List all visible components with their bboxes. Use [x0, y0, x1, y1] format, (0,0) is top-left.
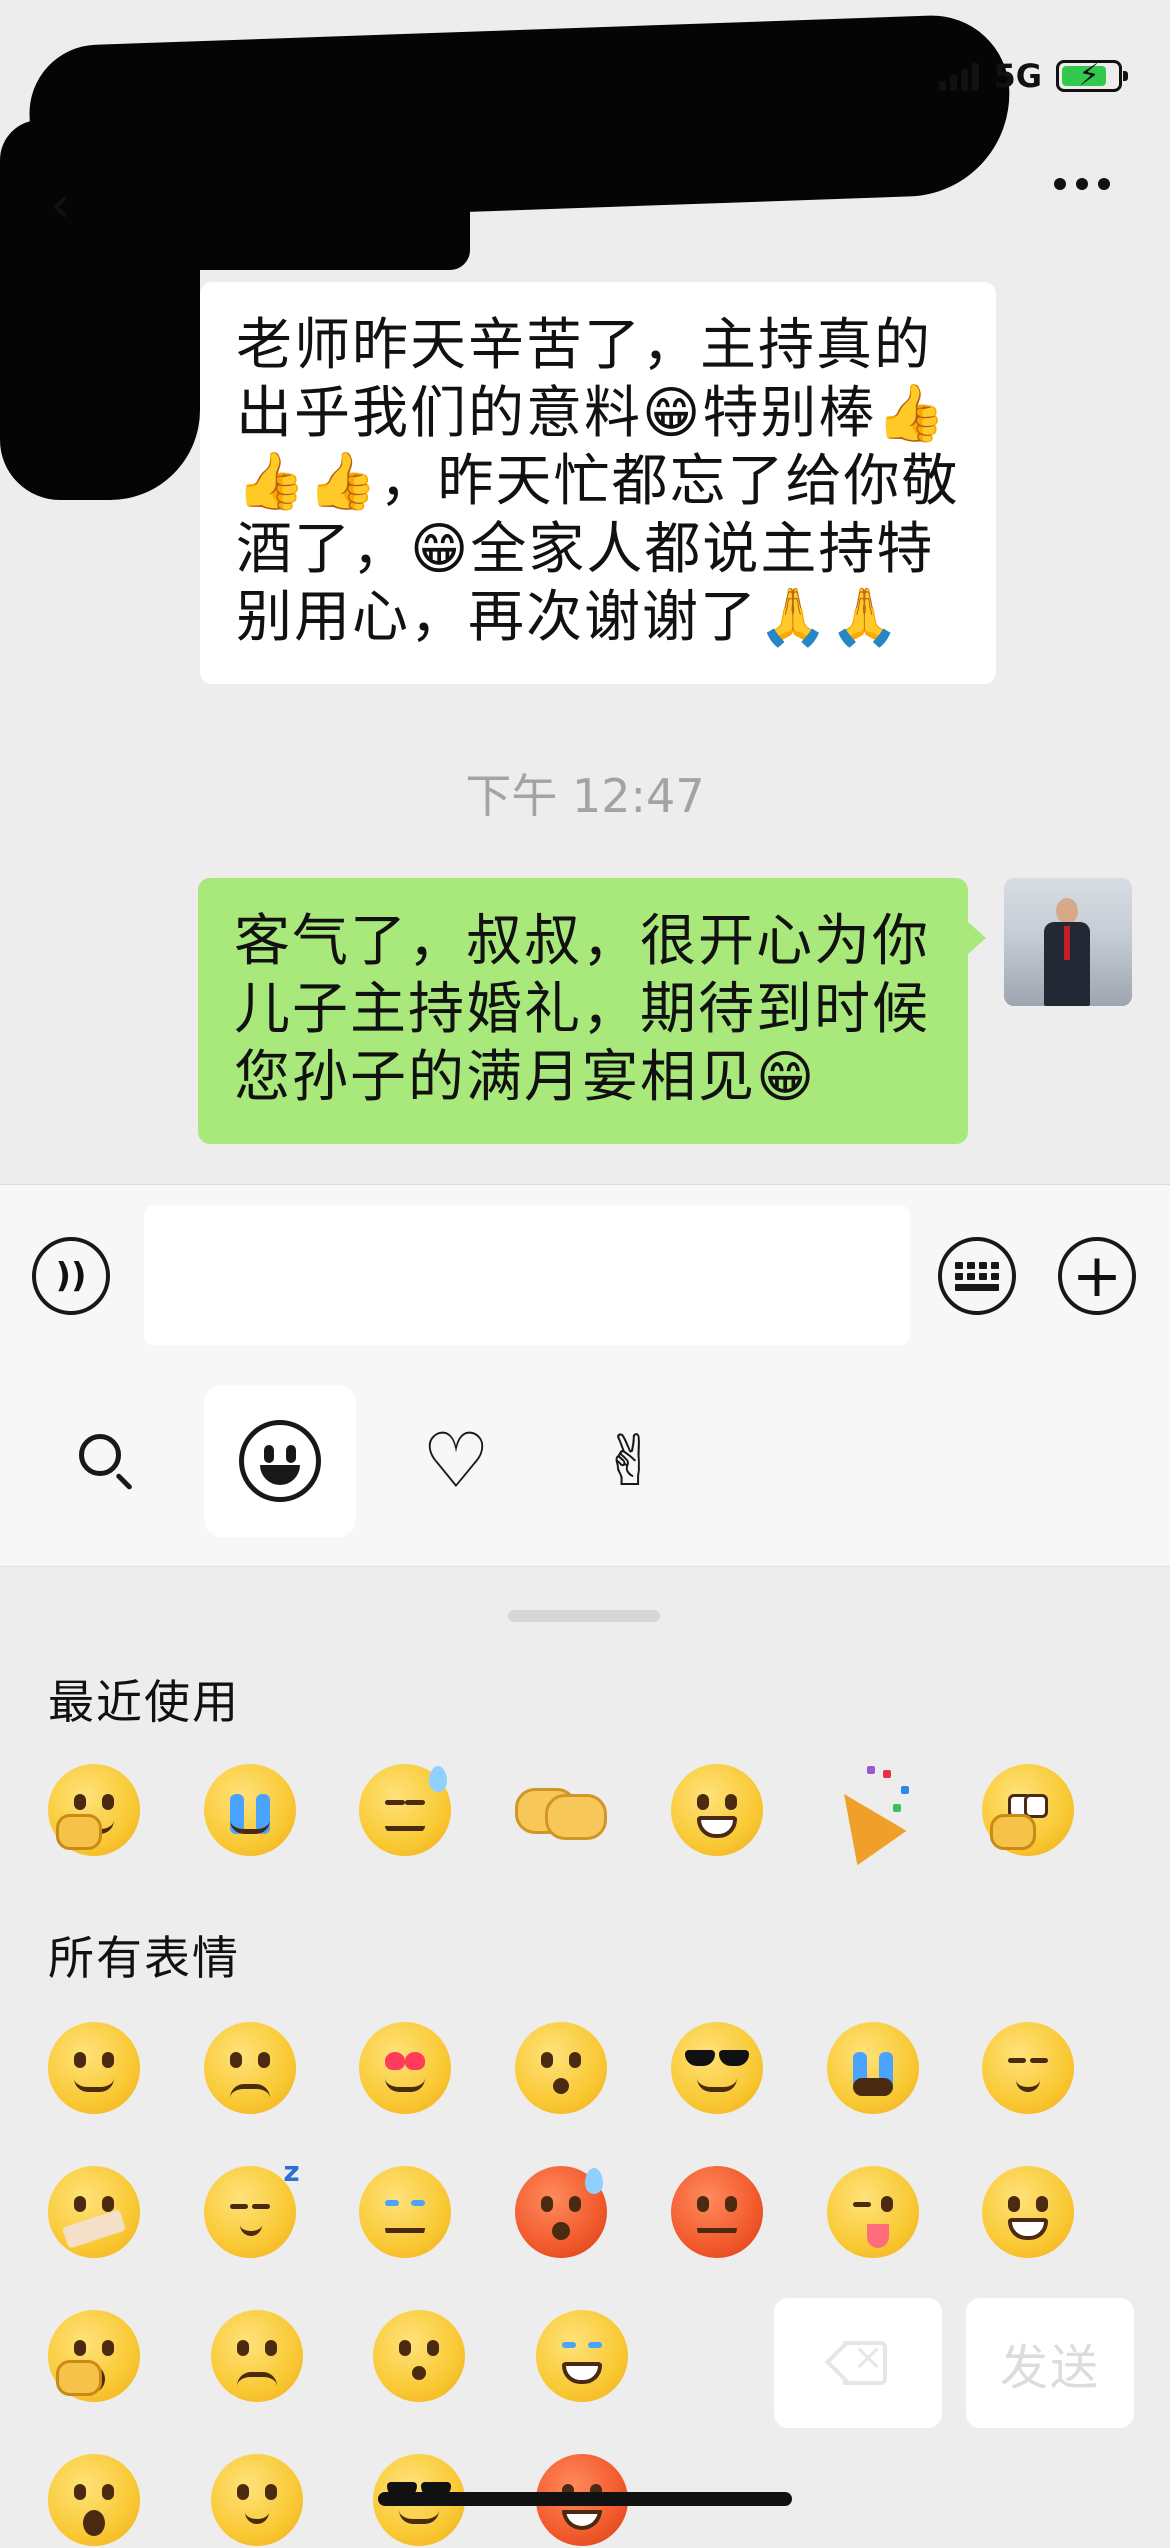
- backspace-icon: ×: [824, 2337, 887, 2385]
- network-type: 5G: [993, 57, 1042, 95]
- keyboard-icon: [955, 1261, 999, 1291]
- all-emoji-title: 所有表情: [48, 1931, 240, 1985]
- sleepy-emoji[interactable]: [203, 2158, 360, 2260]
- worried-emoji[interactable]: [203, 2020, 360, 2116]
- question-emoji[interactable]: [210, 2452, 374, 2548]
- emoji-row-2: [48, 2158, 1138, 2260]
- party-popper-emoji[interactable]: [819, 1762, 983, 1866]
- heart-eyes-emoji[interactable]: [359, 2020, 515, 2116]
- more-actions-plus-button[interactable]: +: [1058, 1237, 1136, 1315]
- smile-emoji[interactable]: [48, 2020, 204, 2116]
- plus-icon: +: [1071, 1241, 1123, 1311]
- facepalm-smile-emoji[interactable]: [48, 1762, 204, 1858]
- battery-charging-icon: ⚡: [1056, 58, 1128, 93]
- shush-emoji[interactable]: [48, 2164, 204, 2260]
- search-icon: [79, 1434, 133, 1491]
- tab-emoji-faces[interactable]: [204, 1385, 356, 1537]
- surprised-hand-emoji[interactable]: [48, 2308, 211, 2404]
- home-indicator[interactable]: [378, 2492, 792, 2506]
- cover-face-cry-emoji[interactable]: [203, 1762, 360, 1858]
- redacted-overlay-left: [0, 120, 200, 500]
- outgoing-message-bubble[interactable]: 客气了，叔叔，很开心为你儿子主持婚礼，期待到时候您孙子的满月宴相见😁: [198, 878, 986, 1144]
- stare-emoji[interactable]: [515, 2020, 671, 2116]
- laugh-cry-emoji[interactable]: [535, 2308, 699, 2404]
- tab-emoji-stickers[interactable]: ✌: [554, 1385, 706, 1537]
- recent-emoji-row: [48, 1762, 1138, 1866]
- angry-emoji[interactable]: [670, 2164, 827, 2260]
- grin-emoji[interactable]: [670, 1762, 827, 1858]
- sunglasses-emoji[interactable]: [670, 2020, 827, 2116]
- tab-emoji-favorites[interactable]: ♡: [380, 1385, 532, 1537]
- incoming-message-bubble[interactable]: 老师昨天辛苦了，主持真的出乎我们的意料😁特别棒👍👍👍，昨天忙都忘了给你敬酒了，😁…: [200, 282, 996, 684]
- delete-emoji-button[interactable]: ×: [774, 2298, 942, 2428]
- message-timestamp: 下午 12:47: [465, 769, 705, 823]
- heart-icon: ♡: [421, 1416, 491, 1505]
- thinking-pose-emoji[interactable]: [982, 1762, 1138, 1858]
- panel-drag-handle[interactable]: [508, 1610, 660, 1622]
- sweat-embarrassed-emoji[interactable]: [515, 2164, 671, 2260]
- emoji-row-1: [48, 2020, 1138, 2116]
- message-text-input[interactable]: [144, 1205, 910, 1345]
- frustrated-cry-emoji[interactable]: [359, 2164, 515, 2260]
- surprised-emoji[interactable]: [373, 2308, 536, 2404]
- shock-emoji[interactable]: [48, 2452, 211, 2548]
- handshake-emoji[interactable]: [515, 1762, 671, 1858]
- cellular-signal-icon: [939, 61, 980, 91]
- smiley-face-icon: [239, 1420, 321, 1502]
- recent-emoji-title: 最近使用: [48, 1675, 240, 1729]
- send-button[interactable]: 发送: [966, 2298, 1134, 2428]
- voice-input-button[interactable]: )): [32, 1237, 110, 1315]
- sad-emoji[interactable]: [210, 2308, 374, 2404]
- redacted-overlay-title: [170, 170, 470, 270]
- voice-wave-icon: )): [55, 1256, 87, 1296]
- more-options-icon[interactable]: [1054, 178, 1110, 190]
- keyboard-toggle-button[interactable]: [938, 1237, 1016, 1315]
- victory-hand-sparkle-icon: ✌: [600, 1420, 660, 1502]
- tongue-wink-emoji[interactable]: [826, 2164, 983, 2260]
- cry-emoji[interactable]: [826, 2020, 983, 2116]
- back-chevron-icon[interactable]: ‹: [50, 175, 71, 235]
- sweat-emoji[interactable]: [359, 1762, 515, 1858]
- status-bar: 5G ⚡: [939, 52, 1128, 100]
- tab-emoji-search[interactable]: [30, 1385, 182, 1537]
- shy-emoji[interactable]: [982, 2020, 1138, 2116]
- grin-emoji-2[interactable]: [982, 2164, 1138, 2260]
- my-avatar[interactable]: [1004, 878, 1132, 1006]
